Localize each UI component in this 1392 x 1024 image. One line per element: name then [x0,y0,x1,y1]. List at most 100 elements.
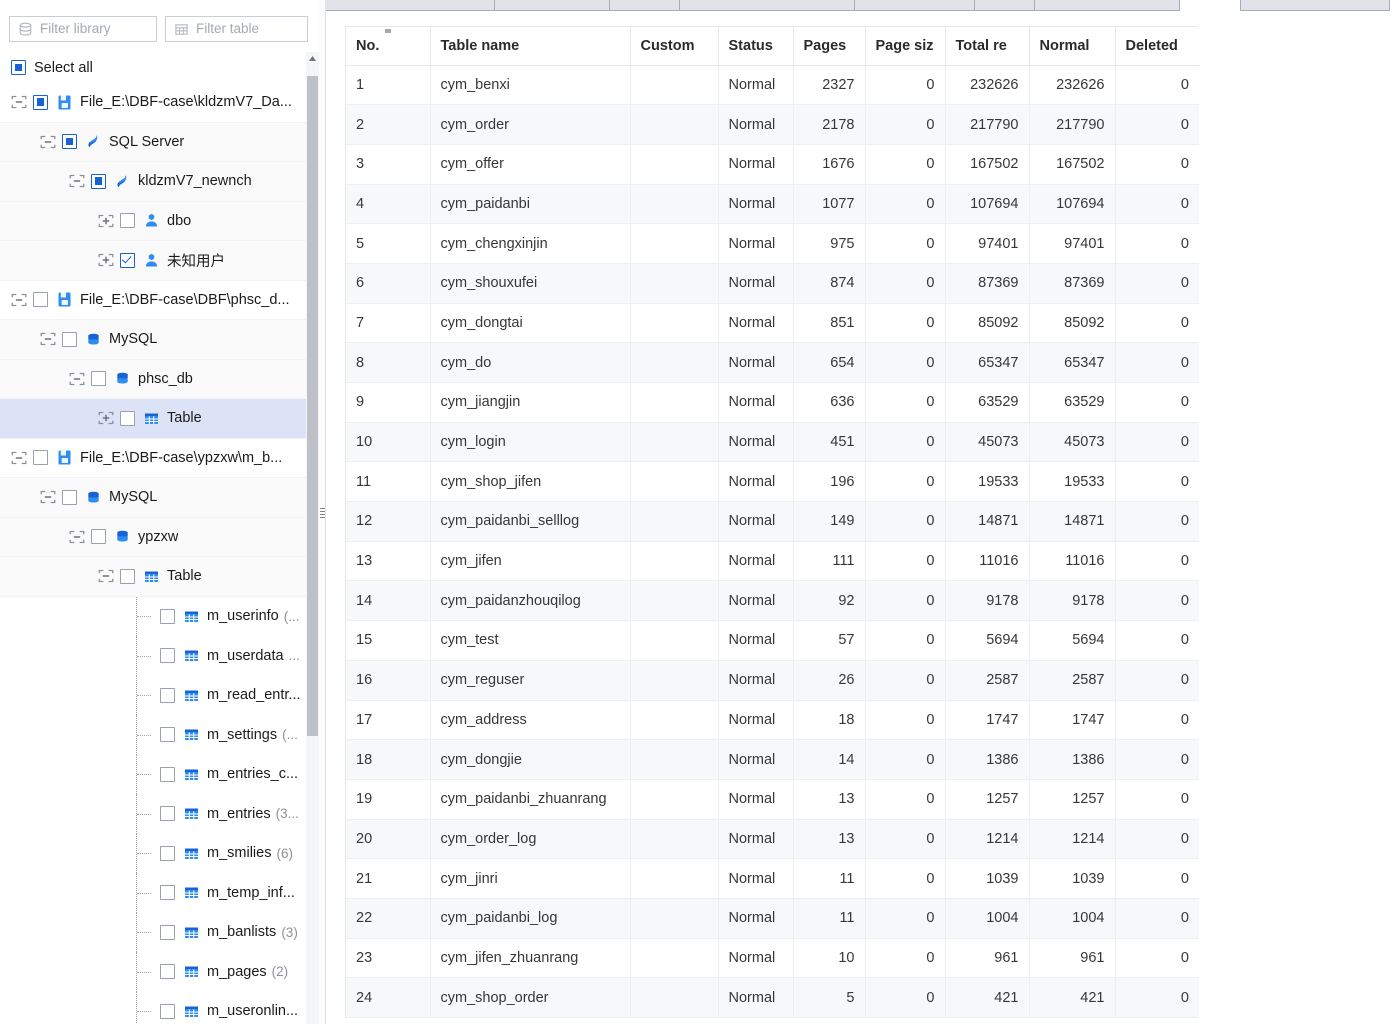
tree-node-checkbox[interactable] [91,371,106,387]
grid-column-header[interactable]: Normal [1029,27,1116,66]
table-leaf-checkbox[interactable] [160,964,175,980]
table-leaf-item[interactable]: m_entries_c... [0,754,320,794]
tree-node-checkbox[interactable] [62,489,77,505]
table-row[interactable]: 1 cym_benxi Normal 2327 0 232626 232626 0 [346,65,1199,106]
grid-column-header[interactable]: Table name [430,27,631,66]
tree-node[interactable]: MySQL [0,478,320,518]
tree-node-checkbox[interactable] [91,529,106,545]
table-leaf-item[interactable]: m_useronlin... [0,991,320,1024]
expand-toggle-icon[interactable] [98,253,114,267]
toolbar-segment[interactable] [855,0,975,11]
scroll-up-arrow-icon[interactable] [306,52,319,66]
table-row[interactable]: 9 cym_jiangjin Normal 636 0 63529 63529 0 [346,382,1199,423]
tree-node[interactable]: File_E:\DBF-case\DBF\phsc_d... [0,281,320,320]
toolbar-segment[interactable] [610,0,680,11]
collapse-toggle-icon[interactable] [40,332,56,346]
tree-node[interactable]: File_E:\DBF-case\ypzxw\m_b... [0,439,320,478]
table-leaf-item[interactable]: m_userinfo (... [0,596,320,636]
table-row[interactable]: 16 cym_reguser Normal 26 0 2587 2587 0 [346,660,1199,701]
table-row[interactable]: 8 cym_do Normal 654 0 65347 65347 0 [346,342,1199,383]
table-leaf-checkbox[interactable] [160,1003,175,1019]
collapse-toggle-icon[interactable] [98,569,114,583]
tree-node-checkbox[interactable] [33,450,48,466]
tree-node[interactable]: SQL Server [0,122,320,162]
tree-node-checkbox[interactable] [120,252,135,268]
table-row[interactable]: 3 cym_offer Normal 1676 0 167502 167502 0 [346,144,1199,185]
collapse-toggle-icon[interactable] [40,135,56,149]
tree-node[interactable]: Table [0,399,320,439]
table-leaf-item[interactable]: m_read_entr... [0,675,320,715]
table-leaf-checkbox[interactable] [160,648,175,664]
select-all-row[interactable]: Select all [0,52,320,83]
table-row[interactable]: 5 cym_chengxinjin Normal 975 0 97401 97401 0 [346,223,1199,264]
expand-toggle-icon[interactable] [98,214,114,228]
table-row[interactable]: 19 cym_paidanbi_zhuanrang Normal 13 0 1257 125… [346,779,1199,820]
grid-column-header[interactable]: Page siz [865,27,946,66]
table-row[interactable]: 10 cym_login Normal 451 0 45073 45073 0 [346,422,1199,463]
tree-node[interactable]: dbo [0,201,320,241]
table-leaf-item[interactable]: m_settings (... [0,715,320,755]
table-leaf-checkbox[interactable] [160,687,175,703]
tree-node[interactable]: phsc_db [0,359,320,399]
table-row[interactable]: 21 cym_jinri Normal 11 0 1039 1039 0 [346,858,1199,899]
toolbar-segment[interactable] [320,0,495,11]
grid-column-header[interactable]: Deleted [1115,27,1199,66]
table-row[interactable]: 23 cym_jifen_zhuanrang Normal 10 0 961 961 0 [346,938,1199,979]
tree-node-checkbox[interactable] [120,410,135,426]
toolbar-segment[interactable] [495,0,610,11]
sidebar-scrollbar-thumb[interactable] [307,76,318,736]
select-all-checkbox[interactable] [11,60,26,75]
collapse-toggle-icon[interactable] [40,490,56,504]
filter-table-input[interactable]: Filter table [165,16,308,42]
tree-node-checkbox[interactable] [91,173,106,189]
table-leaf-checkbox[interactable] [160,608,175,624]
tree-node-checkbox[interactable] [33,292,48,308]
table-leaf-item[interactable]: m_banlists (3) [0,912,320,952]
table-leaf-checkbox[interactable] [160,885,175,901]
table-leaf-item[interactable]: m_temp_inf... [0,873,320,913]
collapse-toggle-icon[interactable] [69,372,85,386]
table-row[interactable]: 12 cym_paidanbi_selllog Normal 149 0 14871 148… [346,501,1199,542]
tree-node-checkbox[interactable] [120,568,135,584]
table-leaf-checkbox[interactable] [160,766,175,782]
table-row[interactable]: 4 cym_paidanbi Normal 1077 0 107694 107694 0 [346,184,1199,225]
collapse-toggle-icon[interactable] [69,530,85,544]
table-row[interactable]: 18 cym_dongjie Normal 14 0 1386 1386 0 [346,739,1199,780]
table-leaf-item[interactable]: m_smilies (6) [0,833,320,873]
filter-library-input[interactable]: Filter library [9,16,157,42]
table-leaf-checkbox[interactable] [160,924,175,940]
table-row[interactable]: 13 cym_jifen Normal 111 0 11016 11016 0 [346,541,1199,582]
grid-column-header[interactable]: No. [346,27,431,66]
table-row[interactable]: 15 cym_test Normal 57 0 5694 5694 0 [346,620,1199,661]
table-leaf-item[interactable]: m_userdata... [0,636,320,676]
table-leaf-item[interactable]: m_entries (3... [0,794,320,834]
tree-node-checkbox[interactable] [120,213,135,229]
table-leaf-checkbox[interactable] [160,806,175,822]
toolbar-segment[interactable] [1240,0,1390,11]
tree-node[interactable]: ypzxw [0,517,320,557]
table-row[interactable]: 20 cym_order_log Normal 13 0 1214 1214 0 [346,819,1199,860]
collapse-toggle-icon[interactable] [11,451,27,465]
toolbar-segment[interactable] [680,0,855,11]
toolbar-segment[interactable] [1035,0,1180,11]
table-leaf-item[interactable]: m_pages (2) [0,952,320,992]
table-row[interactable]: 14 cym_paidanzhouqilog Normal 92 0 9178 9178 0 [346,580,1199,622]
sidebar-scrollbar[interactable] [306,52,319,1024]
table-row[interactable]: 2 cym_order Normal 2178 0 217790 217790 0 [346,104,1199,145]
grid-column-header[interactable]: Custom [630,27,719,66]
table-row[interactable]: 22 cym_paidanbi_log Normal 11 0 1004 1004 0 [346,898,1199,939]
table-row[interactable]: 11 cym_shop_jifen Normal 196 0 19533 19533 0 [346,461,1199,503]
tree-node[interactable]: 未知用户 [0,241,320,281]
collapse-toggle-icon[interactable] [11,293,27,307]
tree-node[interactable]: File_E:\DBF-case\kldzmV7_Da... [0,83,320,123]
table-row[interactable]: 24 cym_shop_order Normal 5 0 421 421 0 [346,977,1199,1018]
table-row[interactable]: 17 cym_address Normal 18 0 1747 1747 0 [346,700,1199,741]
grid-column-header[interactable]: Status [718,27,794,66]
grid-column-header[interactable]: Pages [793,27,866,66]
tree-node-checkbox[interactable] [62,134,77,150]
tree-node[interactable]: MySQL [0,320,320,360]
collapse-toggle-icon[interactable] [11,95,27,109]
tree-node[interactable]: Table [0,557,320,597]
expand-toggle-icon[interactable] [98,411,114,425]
tree-node-checkbox[interactable] [33,94,48,110]
